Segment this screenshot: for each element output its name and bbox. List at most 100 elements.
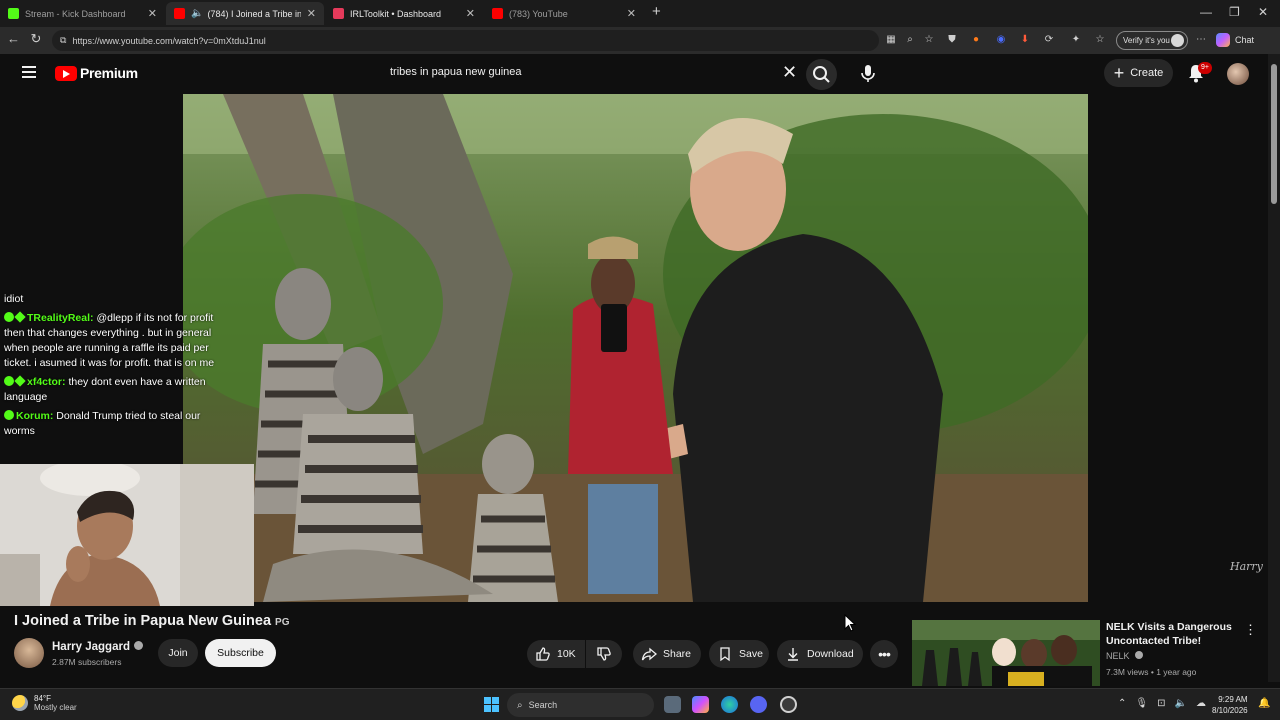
system-clock[interactable]: 9:29 AM 8/10/2026 [1212,694,1248,716]
verify-profile-button[interactable]: Verify it's you [1116,31,1188,50]
voice-search-button[interactable] [854,59,882,87]
content-rating-badge: PG [275,617,290,628]
dislike-button[interactable] [586,640,622,668]
extension-orange-icon[interactable]: ● [970,34,982,46]
clear-search-icon[interactable]: ✕ [782,62,797,83]
microphone-icon[interactable]: 🎙 [1135,698,1148,709]
recommended-video-meta: 7.3M views • 1 year ago [1106,667,1197,677]
chat-message: xf4ctor: they dont even have a written l… [0,375,220,405]
streamer-webcam-overlay [0,464,254,606]
channel-avatar[interactable] [14,638,44,668]
notification-center-icon[interactable]: 🔔 [1258,698,1270,709]
url-field[interactable]: ⧉ https://www.youtube.com/watch?v=0mXtdu… [52,30,879,51]
channel-watermark[interactable]: Harry [1230,560,1263,573]
obs-studio-icon[interactable] [780,696,797,713]
tab-title: (784) I Joined a Tribe in Papua [207,8,301,19]
recommended-channel[interactable]: NELK [1106,651,1144,661]
video-player[interactable] [183,94,1088,602]
page-scrollbar[interactable] [1268,54,1280,682]
extension-shield-icon[interactable]: ⛊ [946,34,958,46]
youtube-premium-wordmark[interactable]: Premium [80,65,138,81]
install-app-icon[interactable]: ▦ [885,34,897,46]
windows-start-icon[interactable] [484,697,499,712]
tab-irltoolkit[interactable]: IRLToolkit • Dashboard ✕ [325,2,483,25]
recommended-video-title[interactable]: NELK Visits a Dangerous Uncontacted Trib… [1106,620,1236,648]
tab-kick-dashboard[interactable]: Stream - Kick Dashboard ✕ [0,2,165,25]
more-vertical-icon[interactable]: ⋮ [1244,622,1257,638]
tab-title: IRLToolkit • Dashboard [350,8,442,19]
extension-blue-icon[interactable]: ◉ [995,34,1007,46]
create-label: Create [1130,67,1164,79]
subscriber-badge-icon [14,375,26,387]
create-button[interactable]: + Create [1104,59,1173,87]
speaker-icon[interactable]: 🔈 [191,8,203,19]
new-tab-plus-icon[interactable]: + [652,3,661,20]
download-extension-icon[interactable]: ⬇ [1019,34,1031,46]
microphone-icon [861,65,875,82]
back-arrow-icon[interactable]: ← [7,32,20,45]
taskbar-search-box[interactable]: ⌕ Search [507,693,654,717]
like-button[interactable]: 10K [527,640,585,668]
reload-icon[interactable]: ↻ [30,32,42,45]
channel-name-text: Harry Jaggard [52,641,130,653]
subscribe-button[interactable]: Subscribe [205,639,276,667]
close-tab-icon[interactable]: ✕ [148,7,157,20]
more-menu-icon[interactable]: ⋯ [1195,34,1207,46]
chat-label: Chat [1235,35,1255,45]
refresh-extension-icon[interactable]: ⟳ [1043,34,1055,46]
weather-temperature: 84°F [34,694,51,703]
like-count: 10K [557,648,576,660]
bookmark-icon [720,647,730,662]
share-button[interactable]: Share [633,640,701,668]
discord-icon[interactable] [750,696,767,713]
show-hidden-icons-chevron-icon[interactable]: ⌃ [1118,698,1126,709]
share-arrow-icon [641,647,657,661]
hamburger-menu-icon[interactable] [22,66,36,78]
restore-icon[interactable]: ❐ [1229,5,1240,19]
tab-title: (783) YouTube [509,8,568,19]
join-button[interactable]: Join [158,639,198,667]
weather-partly-cloudy-icon [12,695,28,711]
network-icon[interactable]: ⊡ [1157,698,1165,709]
task-view-icon[interactable] [664,696,681,713]
account-avatar[interactable] [1227,63,1249,85]
search-button[interactable] [806,59,837,90]
cloud-icon[interactable]: ☁ [1196,698,1206,709]
copilot-app-icon[interactable] [692,696,709,713]
address-bar-row: ← ↻ ⧉ https://www.youtube.com/watch?v=0m… [0,27,1280,54]
edge-browser-icon[interactable] [721,696,738,713]
close-tab-icon[interactable]: ✕ [627,7,636,20]
weather-description: Mostly clear [34,703,77,712]
youtube-logo-icon[interactable] [55,66,77,81]
more-actions-button[interactable]: ••• [870,640,898,668]
recommended-video-thumbnail[interactable] [912,620,1100,686]
save-label: Save [739,648,763,660]
chat-text: idiot [4,293,24,305]
tab-youtube-home[interactable]: (783) YouTube ✕ [484,2,644,25]
stream-chat-overlay: idiot TRealityReal: @dlepp if its not fo… [0,278,220,463]
channel-name[interactable]: Harry Jaggard [52,641,143,653]
thumbs-down-icon [597,647,611,661]
extensions-puzzle-icon[interactable]: ✦ [1070,34,1082,46]
tab-youtube-video[interactable]: 🔈 (784) I Joined a Tribe in Papua ✕ [166,2,324,25]
minimize-icon[interactable]: — [1200,5,1212,19]
zoom-icon[interactable]: ⌕ [904,34,916,46]
site-info-icon[interactable]: ⧉ [60,35,66,46]
close-tab-icon[interactable]: ✕ [466,7,475,20]
weather-widget[interactable]: 84°F Mostly clear [12,694,77,712]
webcam-feed-image [0,464,254,606]
download-button[interactable]: Download [777,640,863,668]
search-input[interactable] [390,66,770,78]
close-tab-icon[interactable]: ✕ [307,7,316,20]
subscriber-badge-icon [14,311,26,323]
save-button[interactable]: Save [709,640,769,668]
close-window-icon[interactable]: ✕ [1258,5,1268,19]
scrollbar-thumb[interactable] [1271,64,1277,204]
volume-icon[interactable]: 🔈 [1174,698,1186,709]
moderator-badge-icon [4,312,14,322]
recommended-channel-name: NELK [1106,651,1130,661]
copilot-chat-button[interactable]: Chat [1216,33,1254,47]
favorite-star-icon[interactable]: ☆ [923,34,935,46]
favorites-icon[interactable]: ☆ [1094,34,1106,46]
browser-tab-strip: Stream - Kick Dashboard ✕ 🔈 (784) I Join… [0,0,1280,27]
